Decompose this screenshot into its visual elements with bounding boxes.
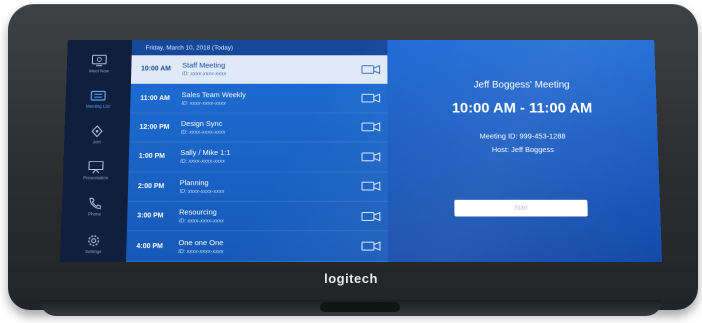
meeting-detail-panel: Jeff Boggess' Meeting 10:00 AM - 11:00 A… bbox=[387, 40, 662, 262]
nav-item-join[interactable]: Join bbox=[64, 116, 130, 152]
meeting-info: Planning ID: xxxx-xxxx-xxxx bbox=[179, 178, 354, 195]
meeting-info: Design Sync ID: xxxx-xxxx-xxxx bbox=[181, 119, 354, 135]
nav-label: Presentation bbox=[83, 174, 109, 180]
settings-icon bbox=[85, 234, 101, 247]
meeting-title: Sales Team Weekly bbox=[181, 90, 246, 99]
video-camera-icon bbox=[354, 93, 387, 103]
video-camera-icon bbox=[354, 64, 387, 74]
meeting-id: ID: xxxx-xxxx-xxxx bbox=[181, 100, 226, 107]
meeting-row[interactable]: 4:00 PM One one One ID: xxxx-xxxx-xxxx bbox=[126, 231, 388, 262]
date-header: Friday, March 10, 2018 (Today) bbox=[131, 40, 388, 56]
meeting-title: Design Sync bbox=[180, 119, 223, 128]
meeting-time: 4:00 PM bbox=[136, 242, 163, 250]
meeting-info: Sales Team Weekly ID: xxxx-xxxx-xxxx bbox=[181, 90, 354, 106]
meeting-id: ID: xxxx-xxxx-xxxx bbox=[180, 129, 226, 136]
video-camera-icon bbox=[354, 123, 387, 133]
meeting-row[interactable]: 10:00 AM Staff Meeting ID: xxxx-xxxx-xxx… bbox=[130, 55, 388, 85]
meeting-info: Resourcing ID: xxxx-xxxx-xxxx bbox=[179, 208, 354, 225]
meeting-time: 2:00 PM bbox=[137, 182, 165, 190]
start-button[interactable]: Start bbox=[454, 199, 588, 217]
meeting-row[interactable]: 2:00 PM Planning ID: xxxx-xxxx-xxxx bbox=[127, 172, 388, 202]
touch-screen: Meet Now Meeting List Join Presentation … bbox=[60, 40, 662, 262]
nav-label: Join bbox=[92, 138, 101, 144]
meeting-detail-id: Meeting ID: 999-453-1288 bbox=[479, 131, 566, 141]
meeting-title: Planning bbox=[179, 178, 209, 187]
phone-icon bbox=[87, 196, 103, 209]
meeting-list-icon bbox=[90, 89, 106, 101]
meeting-row[interactable]: 1:00 PM Sally / Mike 1:1 ID: xxxx-xxxx-x… bbox=[128, 142, 388, 173]
meeting-id: ID: xxxx-xxxx-xxxx bbox=[178, 248, 224, 255]
meeting-time: 11:00 AM bbox=[140, 94, 170, 102]
nav-item-phone[interactable]: Phone bbox=[61, 188, 128, 224]
meeting-detail-host: Host: Jeff Boggess bbox=[491, 145, 554, 154]
nav-label: Meet Now bbox=[89, 68, 109, 73]
meeting-detail-title: Jeff Boggess' Meeting bbox=[473, 79, 570, 91]
meeting-id: ID: xxxx-xxxx-xxxx bbox=[180, 159, 225, 166]
meeting-row[interactable]: 11:00 AM Sales Team Weekly ID: xxxx-xxxx… bbox=[130, 84, 388, 114]
meeting-time: 10:00 AM bbox=[140, 65, 171, 73]
meeting-row[interactable]: 3:00 PM Resourcing ID: xxxx-xxxx-xxxx bbox=[126, 201, 388, 232]
nav-label: Phone bbox=[87, 211, 102, 217]
meeting-id: ID: xxxx-xxxx-xxxx bbox=[178, 218, 224, 225]
meeting-id: ID: xxxx-xxxx-xxxx bbox=[181, 71, 227, 78]
device-foot bbox=[320, 302, 400, 312]
nav-item-presentation[interactable]: Presentation bbox=[63, 152, 129, 188]
join-icon bbox=[89, 125, 105, 138]
nav-item-meeting-list[interactable]: Meeting List bbox=[65, 81, 131, 116]
meeting-title: Resourcing bbox=[178, 207, 217, 217]
meeting-info: Sally / Mike 1:1 ID: xxxx-xxxx-xxxx bbox=[180, 149, 354, 165]
nav-item-settings[interactable]: Settings bbox=[60, 225, 127, 262]
meeting-info: Staff Meeting ID: xxxx-xxxx-xxxx bbox=[182, 61, 354, 77]
presentation-icon bbox=[88, 160, 104, 173]
meeting-time: 12:00 PM bbox=[139, 124, 170, 131]
meeting-list: Friday, March 10, 2018 (Today) 10:00 AM … bbox=[126, 40, 388, 262]
meet-now-icon bbox=[91, 54, 107, 66]
video-camera-icon bbox=[354, 152, 388, 162]
meeting-row[interactable]: 12:00 PM Design Sync ID: xxxx-xxxx-xxxx bbox=[129, 113, 388, 143]
nav-label: Settings bbox=[85, 248, 102, 254]
sidebar: Meet Now Meeting List Join Presentation … bbox=[60, 40, 133, 262]
meeting-time: 1:00 PM bbox=[138, 153, 165, 161]
nav-item-meet-now[interactable]: Meet Now bbox=[66, 46, 132, 81]
video-camera-icon bbox=[354, 241, 388, 252]
meeting-detail-time-range: 10:00 AM - 11:00 AM bbox=[451, 100, 593, 117]
meeting-info: One one One ID: xxxx-xxxx-xxxx bbox=[178, 238, 354, 255]
video-camera-icon bbox=[354, 211, 388, 221]
meeting-title: Sally / Mike 1:1 bbox=[180, 148, 231, 158]
video-camera-icon bbox=[354, 181, 388, 191]
meeting-title: One one One bbox=[178, 237, 224, 247]
meeting-title: Staff Meeting bbox=[182, 61, 226, 70]
nav-label: Meeting List bbox=[85, 103, 110, 109]
brand-logo: logitech bbox=[324, 271, 378, 286]
meeting-id: ID: xxxx-xxxx-xxxx bbox=[179, 188, 225, 195]
meeting-time: 3:00 PM bbox=[137, 212, 164, 220]
